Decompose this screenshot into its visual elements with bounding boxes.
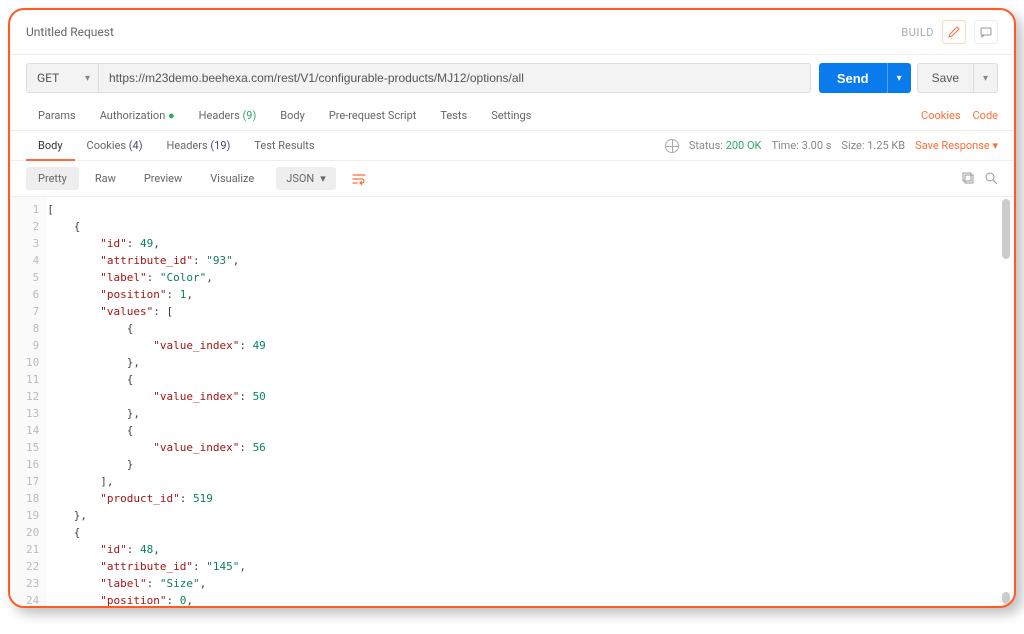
view-raw[interactable]: Raw xyxy=(83,167,128,190)
cookies-link[interactable]: Cookies xyxy=(921,109,960,122)
copy-icon[interactable] xyxy=(962,172,975,185)
url-input[interactable] xyxy=(98,63,811,93)
save-button[interactable]: Save xyxy=(917,63,974,93)
tab-params[interactable]: Params xyxy=(26,101,88,130)
status-label: Status: 200 OK xyxy=(689,139,762,152)
network-icon[interactable] xyxy=(665,139,679,153)
tab-settings[interactable]: Settings xyxy=(479,101,543,130)
response-meta-row: Body Cookies (4) Headers (19) Test Resul… xyxy=(10,131,1014,161)
wrap-lines-icon[interactable] xyxy=(344,169,374,189)
time-label: Time: 3.00 s xyxy=(771,139,831,152)
comment-icon[interactable] xyxy=(974,20,998,44)
code-link[interactable]: Code xyxy=(973,109,998,122)
response-tabs: Body Cookies (4) Headers (19) Test Resul… xyxy=(26,131,327,160)
format-select[interactable]: JSON▾ xyxy=(276,167,336,190)
view-preview[interactable]: Preview xyxy=(132,167,194,190)
save-response-link[interactable]: Save Response ▾ xyxy=(915,139,998,152)
response-body-viewer[interactable]: 1234567891011121314151617181920212223242… xyxy=(10,197,1014,606)
header-bar: Untitled Request BUILD xyxy=(10,10,1014,55)
request-tabs: Params Authorization ● Headers (9) Body … xyxy=(10,101,1014,131)
size-label: Size: 1.25 KB xyxy=(841,139,905,152)
save-dropdown[interactable]: ▾ xyxy=(974,63,998,93)
tab-tests[interactable]: Tests xyxy=(428,101,479,130)
resp-tab-testresults[interactable]: Test Results xyxy=(242,131,326,160)
send-button[interactable]: Send xyxy=(819,63,887,93)
send-dropdown[interactable]: ▾ xyxy=(887,63,911,93)
tab-body[interactable]: Body xyxy=(268,101,317,130)
resp-tab-cookies[interactable]: Cookies (4) xyxy=(75,131,155,160)
resp-tab-body[interactable]: Body xyxy=(26,131,75,160)
tab-headers[interactable]: Headers (9) xyxy=(187,101,269,130)
tab-prerequest[interactable]: Pre-request Script xyxy=(317,101,429,130)
request-title: Untitled Request xyxy=(26,25,114,39)
resp-tab-headers[interactable]: Headers (19) xyxy=(155,131,243,160)
build-label: BUILD xyxy=(901,26,934,39)
edit-icon[interactable] xyxy=(942,20,966,44)
viewer-row: Pretty Raw Preview Visualize JSON▾ xyxy=(10,161,1014,197)
method-select[interactable]: GET xyxy=(26,63,98,93)
view-pretty[interactable]: Pretty xyxy=(26,167,79,190)
tab-authorization[interactable]: Authorization ● xyxy=(88,101,187,130)
search-icon[interactable] xyxy=(985,172,998,185)
request-row: GET Send ▾ Save ▾ xyxy=(10,55,1014,101)
view-visualize[interactable]: Visualize xyxy=(198,167,266,190)
